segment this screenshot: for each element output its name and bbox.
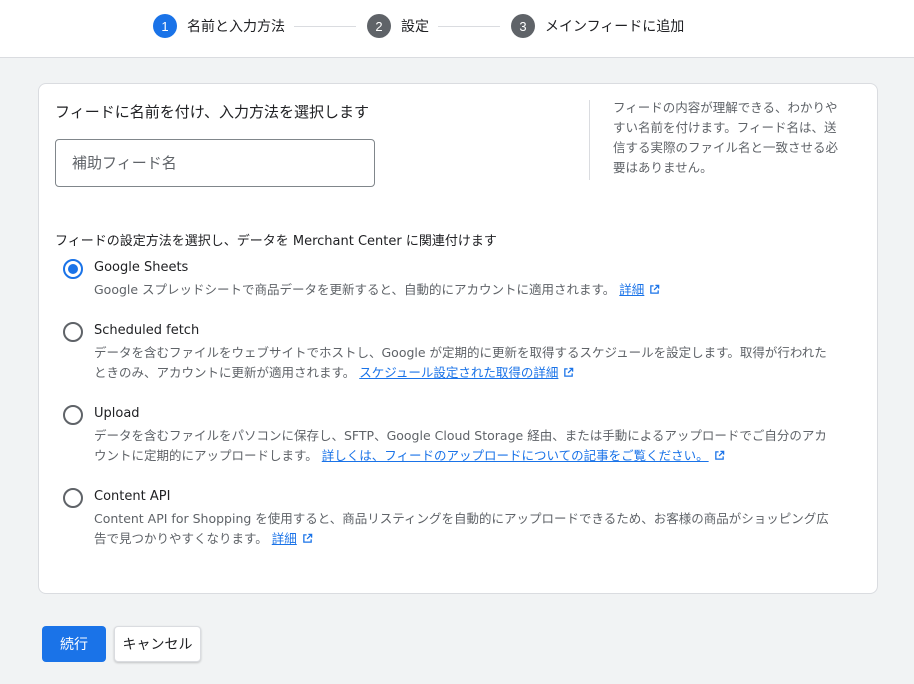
external-link-icon[interactable] <box>563 367 574 378</box>
description-text: Content API for Shopping を使用すると、商品リスティング… <box>94 511 829 546</box>
external-link-icon[interactable] <box>649 284 660 295</box>
option-description: データを含むファイルをウェブサイトでホストし、Google が定期的に更新を取得… <box>94 343 834 383</box>
option-description: Google スプレッドシートで商品データを更新すると、自動的にアカウントに適用… <box>94 280 834 300</box>
option-description: データを含むファイルをパソコンに保存し、SFTP、Google Cloud St… <box>94 426 834 466</box>
feed-name-input[interactable] <box>55 139 375 187</box>
radio-scheduled-fetch[interactable] <box>63 322 83 342</box>
cancel-button[interactable]: キャンセル <box>114 626 201 662</box>
external-link-icon[interactable] <box>302 533 313 544</box>
step-3-number: 3 <box>511 14 535 38</box>
step-2[interactable]: 2 設定 <box>367 14 429 38</box>
step-2-label: 設定 <box>401 19 429 35</box>
step-connector <box>294 26 356 27</box>
option-label: Content API <box>94 489 171 504</box>
external-link-icon[interactable] <box>714 450 725 461</box>
radio-google-sheets[interactable] <box>63 259 83 279</box>
step-3[interactable]: 3 メインフィードに追加 <box>511 14 684 38</box>
learn-more-link[interactable]: 詳細 <box>619 282 644 297</box>
radio-upload[interactable] <box>63 405 83 425</box>
step-connector <box>438 26 500 27</box>
radio-content-api[interactable] <box>63 488 83 508</box>
scheduled-fetch-details-link[interactable]: スケジュール設定された取得の詳細 <box>359 365 558 380</box>
option-label: Scheduled fetch <box>94 323 200 338</box>
step-1[interactable]: 1 名前と入力方法 <box>153 14 285 38</box>
input-method-title: フィードの設定方法を選択し、データを Merchant Center に関連付け… <box>55 234 497 249</box>
option-label: Google Sheets <box>94 260 189 275</box>
continue-button[interactable]: 続行 <box>42 626 106 662</box>
step-3-label: メインフィードに追加 <box>545 19 685 35</box>
option-label: Upload <box>94 406 140 421</box>
help-divider <box>589 100 590 180</box>
step-2-number: 2 <box>367 14 391 38</box>
option-description: Content API for Shopping を使用すると、商品リスティング… <box>94 509 834 549</box>
step-1-number: 1 <box>153 14 177 38</box>
learn-more-link[interactable]: 詳細 <box>272 531 297 546</box>
stepper: 1 名前と入力方法 2 設定 3 メインフィードに追加 <box>0 0 914 58</box>
upload-article-link[interactable]: 詳しくは、フィードのアップロードについての記事をご覧ください。 <box>322 448 709 463</box>
card-title: フィードに名前を付け、入力方法を選択します <box>55 103 369 121</box>
feed-setup-card: フィードに名前を付け、入力方法を選択します フィードの内容が理解できる、わかりや… <box>38 83 878 594</box>
help-text: フィードの内容が理解できる、わかりやすい名前を付けます。フィード名は、送信する実… <box>613 100 839 175</box>
step-1-label: 名前と入力方法 <box>187 19 285 35</box>
description-text: Google スプレッドシートで商品データを更新すると、自動的にアカウントに適用… <box>94 282 616 297</box>
